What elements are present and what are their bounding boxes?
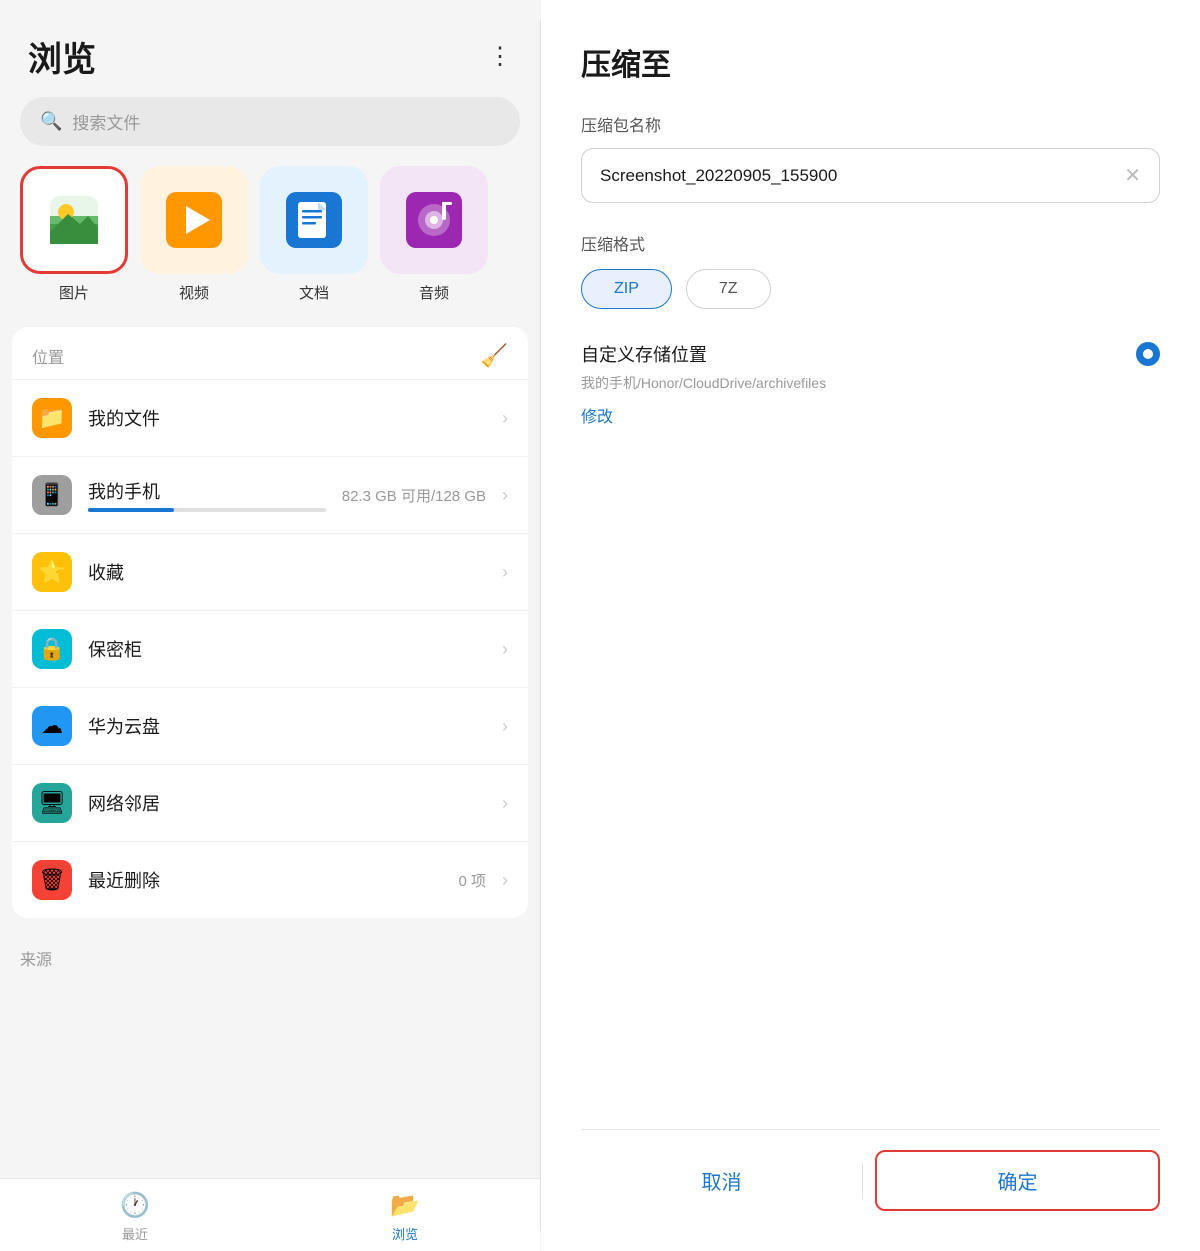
browse-nav-icon: 📂	[390, 1191, 420, 1220]
right-panel: 压缩至 压缩包名称 Screenshot_20220905_155900 ✕ 压…	[541, 0, 1200, 1251]
docs-svg-icon	[286, 192, 342, 248]
my-phone-name: 我的手机	[88, 478, 326, 504]
audio-icon-box	[380, 166, 488, 274]
trash-icon: 🗑	[32, 860, 72, 900]
format-field-label: 压缩格式	[581, 231, 1160, 255]
location-section: 位置 🧹 📁 我的文件 › 📱 我的手机 82.3 GB 可用/128 GB ›	[12, 327, 528, 918]
videos-svg-icon	[166, 192, 222, 248]
list-item-network[interactable]: 🖥 网络邻居 ›	[12, 764, 528, 841]
huawei-cloud-icon: ☁	[32, 706, 72, 746]
location-title: 位置	[32, 344, 64, 368]
format-options: ZIP 7Z	[581, 269, 1160, 309]
storage-path: 我的手机/Honor/CloudDrive/archivefiles	[581, 373, 1160, 393]
my-files-name: 我的文件	[88, 405, 486, 431]
more-icon[interactable]: ⋮	[488, 42, 512, 71]
storage-title: 自定义存储位置	[581, 341, 707, 367]
list-item-trash[interactable]: 🗑 最近删除 0 项 ›	[12, 841, 528, 918]
search-icon: 🔍	[40, 111, 62, 132]
my-files-icon: 📁	[32, 398, 72, 438]
list-item-safe[interactable]: 🔒 保密柜 ›	[12, 610, 528, 687]
audio-svg-icon	[406, 192, 462, 248]
category-audio[interactable]: 音频	[380, 166, 488, 303]
category-docs[interactable]: 文档	[260, 166, 368, 303]
left-header: 浏览 ⋮	[0, 0, 540, 97]
source-section-header: 来源	[0, 934, 540, 974]
favorites-name: 收藏	[88, 559, 486, 585]
nav-recent[interactable]: 🕐 最近	[0, 1179, 270, 1251]
search-placeholder: 搜索文件	[72, 109, 140, 134]
category-row: 图片 视频 文档	[0, 166, 540, 327]
source-title: 来源	[20, 952, 52, 969]
huawei-cloud-name: 华为云盘	[88, 713, 486, 739]
phone-meta: 82.3 GB 可用/128 GB	[342, 485, 486, 506]
videos-label: 视频	[179, 282, 209, 303]
photos-label: 图片	[59, 282, 89, 303]
browse-nav-label: 浏览	[392, 1224, 418, 1243]
favorites-icon: ⭐	[32, 552, 72, 592]
storage-radio[interactable]	[1136, 342, 1160, 366]
clear-button[interactable]: ✕	[1124, 163, 1141, 188]
network-icon: 🖥	[32, 783, 72, 823]
list-item-my-phone[interactable]: 📱 我的手机 82.3 GB 可用/128 GB ›	[12, 456, 528, 533]
nav-browse[interactable]: 📂 浏览	[270, 1179, 540, 1251]
chevron-icon: ›	[502, 793, 508, 814]
action-row: 取消 确定	[581, 1129, 1160, 1211]
my-phone-icon: 📱	[32, 475, 72, 515]
photos-svg-icon	[46, 192, 102, 248]
format-7z-button[interactable]: 7Z	[686, 269, 771, 309]
confirm-button[interactable]: 确定	[875, 1150, 1160, 1211]
recent-nav-icon: 🕐	[120, 1191, 150, 1220]
category-photos[interactable]: 图片	[20, 166, 128, 303]
left-panel: 浏览 ⋮ 🔍 搜索文件 图片	[0, 0, 540, 1251]
page-title: 浏览	[28, 32, 96, 81]
list-item-favorites[interactable]: ⭐ 收藏 ›	[12, 533, 528, 610]
recent-nav-label: 最近	[122, 1224, 148, 1243]
chevron-icon: ›	[502, 562, 508, 583]
category-videos[interactable]: 视频	[140, 166, 248, 303]
bottom-nav: 🕐 最近 📂 浏览	[0, 1178, 540, 1251]
docs-icon-box	[260, 166, 368, 274]
videos-icon-box	[140, 166, 248, 274]
chevron-icon: ›	[502, 639, 508, 660]
action-divider	[862, 1163, 863, 1199]
safe-icon: 🔒	[32, 629, 72, 669]
format-zip-button[interactable]: ZIP	[581, 269, 672, 309]
list-item-my-files[interactable]: 📁 我的文件 ›	[12, 379, 528, 456]
trash-name: 最近删除	[88, 867, 442, 893]
chevron-icon: ›	[502, 716, 508, 737]
clean-icon[interactable]: 🧹	[481, 343, 508, 369]
safe-name: 保密柜	[88, 636, 486, 662]
modify-link[interactable]: 修改	[581, 409, 613, 426]
chevron-icon: ›	[502, 870, 508, 891]
name-input-value: Screenshot_20220905_155900	[600, 166, 1124, 186]
storage-bar	[88, 508, 326, 512]
storage-section-header: 自定义存储位置	[581, 341, 1160, 367]
list-item-huawei-cloud[interactable]: ☁ 华为云盘 ›	[12, 687, 528, 764]
search-bar[interactable]: 🔍 搜索文件	[20, 97, 520, 146]
docs-label: 文档	[299, 282, 329, 303]
name-input-row[interactable]: Screenshot_20220905_155900 ✕	[581, 148, 1160, 203]
name-field-label: 压缩包名称	[581, 112, 1160, 136]
network-name: 网络邻居	[88, 790, 486, 816]
chevron-icon: ›	[502, 408, 508, 429]
cancel-button[interactable]: 取消	[581, 1152, 862, 1209]
storage-bar-fill	[88, 508, 174, 512]
section-header: 位置 🧹	[12, 327, 528, 379]
chevron-icon: ›	[502, 485, 508, 506]
photos-icon-box	[20, 166, 128, 274]
audio-label: 音频	[419, 282, 449, 303]
radio-inner	[1143, 349, 1153, 359]
storage-section: 自定义存储位置 我的手机/Honor/CloudDrive/archivefil…	[581, 341, 1160, 427]
compress-title: 压缩至	[581, 40, 1160, 84]
trash-meta: 0 项	[458, 870, 486, 891]
